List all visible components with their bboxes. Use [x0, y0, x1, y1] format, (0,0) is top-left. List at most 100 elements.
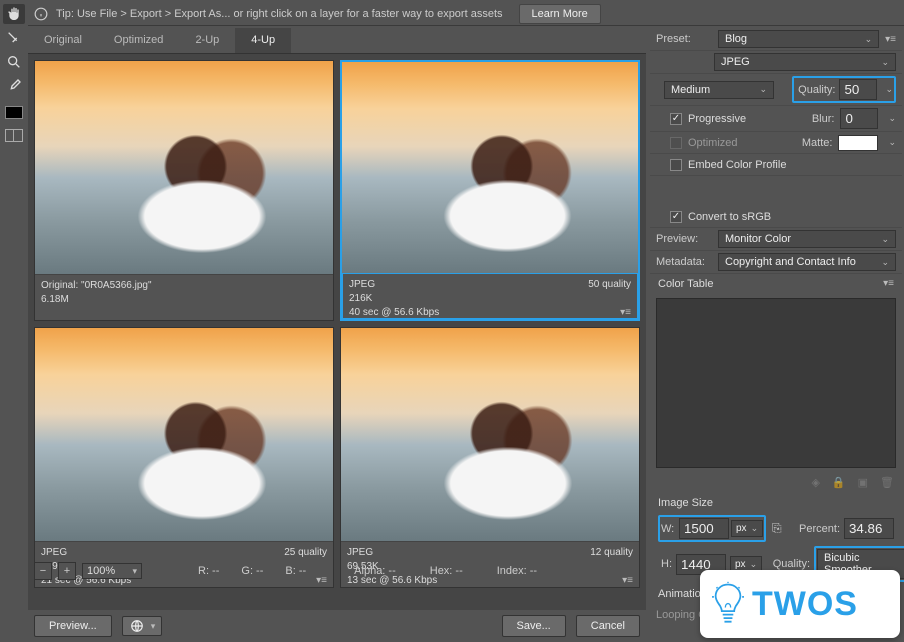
cancel-button[interactable]: Cancel — [576, 615, 640, 637]
view-tabs: Original Optimized 2-Up 4-Up — [28, 28, 646, 54]
preview-size: 216K — [349, 292, 631, 306]
eyedropper-tool[interactable] — [3, 76, 25, 96]
readout-g: G: -- — [241, 565, 263, 577]
preview-info: JPEG 50 quality 216K 40 sec @ 56.6 Kbps ▾≡ — [342, 273, 638, 319]
chevron-down-icon[interactable]: ⌄ — [888, 113, 896, 124]
preview-quality: 50 quality — [588, 278, 631, 292]
foreground-color-swatch[interactable] — [5, 106, 23, 119]
tab-2up[interactable]: 2-Up — [179, 28, 235, 53]
preview-size: 6.18M — [41, 293, 327, 307]
resample-quality-label: Quality: — [770, 558, 810, 570]
chevron-down-icon: ⌄ — [881, 257, 889, 268]
readout-hex: Hex: -- — [430, 565, 463, 577]
twos-watermark: TWOS — [700, 570, 900, 638]
eyedropper-icon[interactable]: ◈ — [811, 476, 819, 489]
dialog-buttons: Preview... ▾ Save... Cancel — [28, 612, 646, 640]
trash-icon[interactable]: 🗑 — [880, 476, 894, 489]
preset-select[interactable]: Blog⌄ — [718, 30, 879, 48]
preview-thumbnail — [35, 61, 333, 274]
preview-select[interactable]: Monitor Color⌄ — [718, 230, 896, 248]
convert-srgb-label: Convert to sRGB — [688, 211, 771, 223]
preview-download-time: 40 sec @ 56.6 Kbps — [349, 306, 439, 320]
chevron-down-icon: ⌄ — [881, 57, 889, 68]
tab-original[interactable]: Original — [28, 28, 98, 53]
chevron-down-icon: ▾ — [132, 566, 137, 577]
matte-label: Matte: — [792, 137, 832, 149]
readout-alpha: Alpha: -- — [354, 565, 396, 577]
preset-menu-icon[interactable]: ▾≡ — [885, 34, 896, 45]
hand-tool[interactable] — [3, 4, 25, 24]
toggle-slices-icon[interactable] — [5, 129, 23, 142]
tab-optimized[interactable]: Optimized — [98, 28, 180, 53]
convert-srgb-checkbox[interactable] — [670, 211, 682, 223]
quality-label: Quality: — [795, 84, 835, 96]
tip-text: Tip: Use File > Export > Export As... or… — [56, 8, 503, 20]
chevron-down-icon: ⌄ — [865, 34, 873, 45]
status-bar: − + 100%▾ R: -- G: -- B: -- Alpha: -- He… — [34, 560, 640, 582]
percent-input[interactable] — [844, 518, 894, 539]
width-unit-select[interactable]: px⌄ — [731, 520, 763, 537]
new-color-icon[interactable]: ▣ — [858, 476, 868, 489]
optimized-checkbox — [670, 137, 682, 149]
lock-icon[interactable]: 🔒 — [832, 476, 846, 489]
quality-input[interactable] — [839, 79, 877, 100]
slice-tool[interactable] — [3, 28, 25, 48]
twos-logo-text: TWOS — [752, 585, 858, 624]
preview-button[interactable]: Preview... — [34, 615, 112, 637]
preview-cell-jpeg-50[interactable]: JPEG 50 quality 216K 40 sec @ 56.6 Kbps ▾≡ — [340, 60, 640, 321]
tab-4up[interactable]: 4-Up — [235, 28, 291, 53]
width-input[interactable] — [679, 518, 729, 539]
preview-format: JPEG — [41, 546, 67, 560]
color-table-menu-icon[interactable]: ▾≡ — [883, 278, 894, 290]
save-button[interactable]: Save... — [502, 615, 566, 637]
chevron-down-icon: ▾ — [151, 621, 156, 632]
blur-input[interactable] — [840, 108, 878, 129]
progressive-label: Progressive — [688, 113, 746, 125]
image-size-title: Image Size — [650, 493, 902, 513]
quality-preset-select[interactable]: Medium⌄ — [664, 81, 774, 99]
format-select[interactable]: JPEG⌄ — [714, 53, 896, 71]
chevron-down-icon[interactable]: ⌄ — [885, 84, 893, 95]
learn-more-button[interactable]: Learn More — [519, 4, 601, 24]
main-panel: Original Optimized 2-Up 4-Up Original: "… — [28, 28, 646, 610]
matte-swatch[interactable] — [838, 135, 878, 151]
zoom-select[interactable]: 100%▾ — [82, 563, 142, 579]
width-highlight: W: px⌄ — [658, 515, 766, 542]
metadata-select[interactable]: Copyright and Contact Info⌄ — [718, 253, 896, 271]
preview-cell-jpeg-25[interactable]: JPEG25 quality 109.8K 21 sec @ 56.6 Kbps… — [34, 327, 334, 588]
embed-profile-label: Embed Color Profile — [688, 159, 786, 171]
globe-icon — [129, 619, 145, 633]
link-dimensions-icon[interactable]: ⎘ — [770, 521, 784, 536]
preview-label: Preview: — [656, 233, 712, 245]
preview-cell-original[interactable]: Original: "0R0A5366.jpg" 6.18M — [34, 60, 334, 321]
embed-profile-checkbox[interactable] — [670, 159, 682, 171]
preview-quality: 12 quality — [590, 546, 633, 560]
preview-thumbnail — [341, 328, 639, 541]
chevron-down-icon[interactable]: ⌄ — [888, 137, 896, 148]
preview-options-icon[interactable]: ▾≡ — [620, 306, 631, 320]
w-label: W: — [661, 523, 677, 535]
zoom-in-button[interactable]: + — [58, 562, 76, 580]
readout-index: Index: -- — [497, 565, 537, 577]
blur-label: Blur: — [794, 113, 834, 125]
quality-highlight: Quality: ⌄ — [792, 76, 896, 103]
preview-thumbnail — [342, 62, 638, 273]
lightbulb-icon — [710, 581, 746, 627]
readout-b: B: -- — [285, 565, 306, 577]
preview-quality: 25 quality — [284, 546, 327, 560]
percent-label: Percent: — [799, 523, 840, 535]
chevron-down-icon: ⌄ — [759, 84, 767, 95]
color-table-toolbar: ◈ 🔒 ▣ 🗑 — [650, 472, 902, 493]
progressive-checkbox[interactable] — [670, 113, 682, 125]
preview-format: Original: "0R0A5366.jpg" — [41, 279, 152, 293]
preview-format: JPEG — [349, 278, 375, 292]
info-icon — [34, 7, 48, 21]
tool-sidebar — [0, 2, 28, 142]
readout-r: R: -- — [198, 565, 219, 577]
browser-preview-menu[interactable]: ▾ — [122, 616, 163, 636]
preview-grid: Original: "0R0A5366.jpg" 6.18M JPEG 50 qu… — [28, 54, 646, 594]
preview-cell-jpeg-12[interactable]: JPEG12 quality 69.53K 13 sec @ 56.6 Kbps… — [340, 327, 640, 588]
preview-format: JPEG — [347, 546, 373, 560]
zoom-tool[interactable] — [3, 52, 25, 72]
zoom-out-button[interactable]: − — [34, 562, 52, 580]
